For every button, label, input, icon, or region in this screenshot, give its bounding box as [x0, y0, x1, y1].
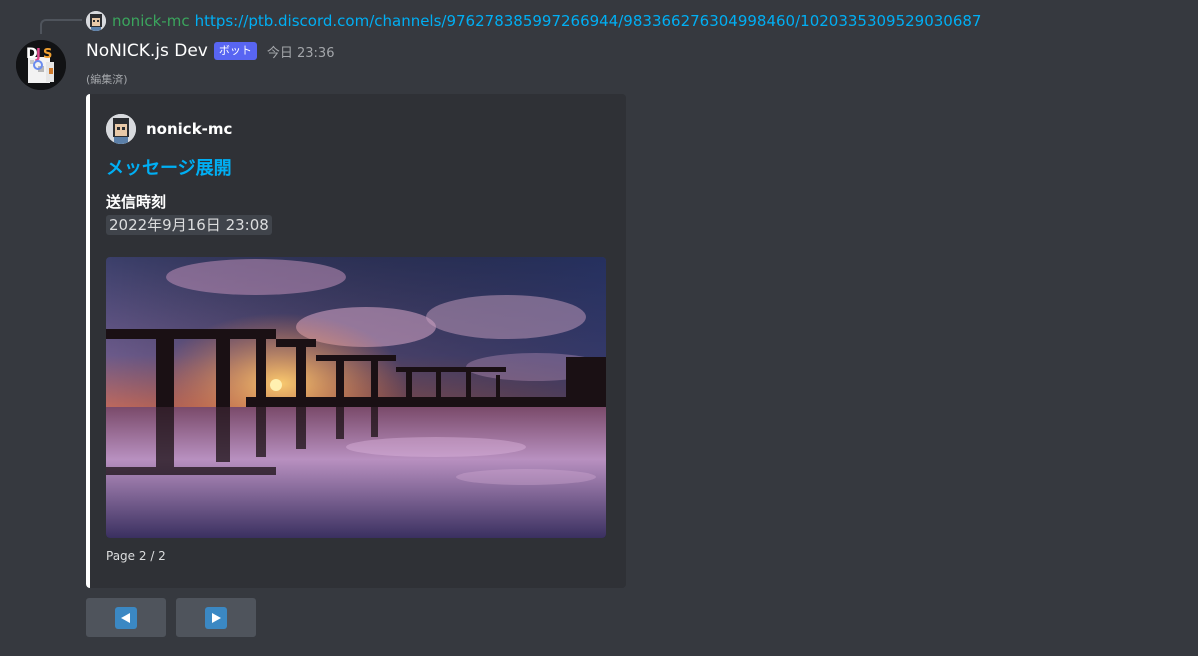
svg-text:S: S: [43, 47, 52, 62]
discord-message-view: nonick-mc https://ptb.discord.com/channe…: [0, 0, 1198, 656]
svg-text:J: J: [35, 47, 41, 62]
author-name[interactable]: NoNICK.js Dev: [86, 41, 208, 61]
reply-avatar[interactable]: [86, 11, 106, 31]
bot-avatar-icon: D J S: [16, 40, 66, 90]
reply-preview[interactable]: nonick-mc https://ptb.discord.com/channe…: [86, 11, 981, 31]
embed-author-avatar: [106, 114, 136, 144]
previous-page-button[interactable]: [86, 598, 166, 637]
embed-author-name: nonick-mc: [146, 120, 233, 138]
embed-field-name: 送信時刻: [106, 193, 167, 211]
author-avatar[interactable]: D J S: [16, 40, 66, 90]
reply-spine: [40, 19, 82, 34]
embed-footer: Page 2 / 2: [106, 549, 166, 563]
arrow-right-icon: [205, 606, 227, 629]
next-page-button[interactable]: [176, 598, 256, 637]
embed-author: nonick-mc: [106, 114, 232, 144]
reply-username[interactable]: nonick-mc: [112, 12, 190, 30]
message-embed: nonick-mc メッセージ展開 送信時刻 2022年9月16日 23:08: [86, 94, 626, 588]
reply-message-link[interactable]: https://ptb.discord.com/channels/9762783…: [195, 12, 982, 30]
embed-image[interactable]: [106, 257, 606, 538]
embed-title[interactable]: メッセージ展開: [106, 154, 232, 180]
edited-label: (編集済): [86, 73, 128, 86]
bot-tag: ボット: [213, 42, 257, 60]
message-timestamp[interactable]: 今日 23:36: [267, 42, 335, 61]
sunset-bridge-image: [106, 257, 606, 538]
arrow-left-icon: [115, 606, 137, 629]
embed-field-value: 2022年9月16日 23:08: [106, 215, 272, 235]
user-avatar-icon: [86, 11, 106, 31]
message-header: NoNICK.js Dev ボット 今日 23:36: [86, 38, 334, 64]
user-avatar-icon: [106, 114, 136, 144]
